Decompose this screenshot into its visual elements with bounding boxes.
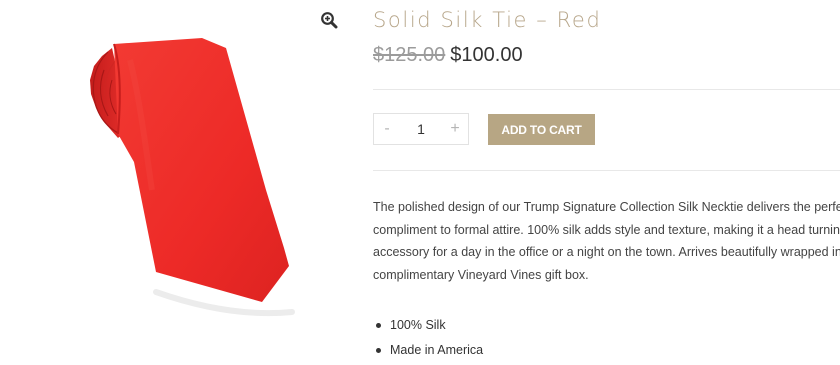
description-line: The polished design of our Trump Signatu…	[373, 200, 840, 214]
quantity-stepper: - +	[373, 113, 469, 145]
product-image[interactable]	[60, 30, 320, 330]
divider	[373, 170, 840, 171]
product-price: $125.00 $100.00	[373, 44, 523, 67]
regular-price: $125.00	[373, 44, 446, 66]
list-item: 100% Silk	[373, 315, 483, 340]
product-title: Solid Silk Tie – Red	[373, 8, 602, 32]
sale-price: $100.00	[450, 44, 523, 66]
description-line: complimentary Vineyard Vines gift box.	[373, 267, 589, 282]
quantity-input[interactable]	[400, 114, 442, 144]
zoom-in-icon[interactable]	[320, 11, 338, 29]
product-summary: Solid Silk Tie – Red $125.00$100.00 - + …	[373, 0, 840, 361]
product-description: The polished design of our Trump Signatu…	[373, 196, 840, 286]
description-line: compliment to formal attire. 100% silk a…	[373, 222, 840, 237]
description-line: accessory for a day in the office or a n…	[373, 245, 840, 259]
feature-list: 100% Silk Made in America	[373, 315, 483, 365]
add-to-cart-button[interactable]: ADD TO CART	[488, 114, 595, 145]
divider	[373, 89, 840, 90]
list-item: Made in America	[373, 340, 483, 365]
decrease-quantity-button[interactable]: -	[374, 114, 400, 144]
increase-quantity-button[interactable]: +	[442, 114, 468, 144]
product-gallery	[0, 0, 355, 361]
